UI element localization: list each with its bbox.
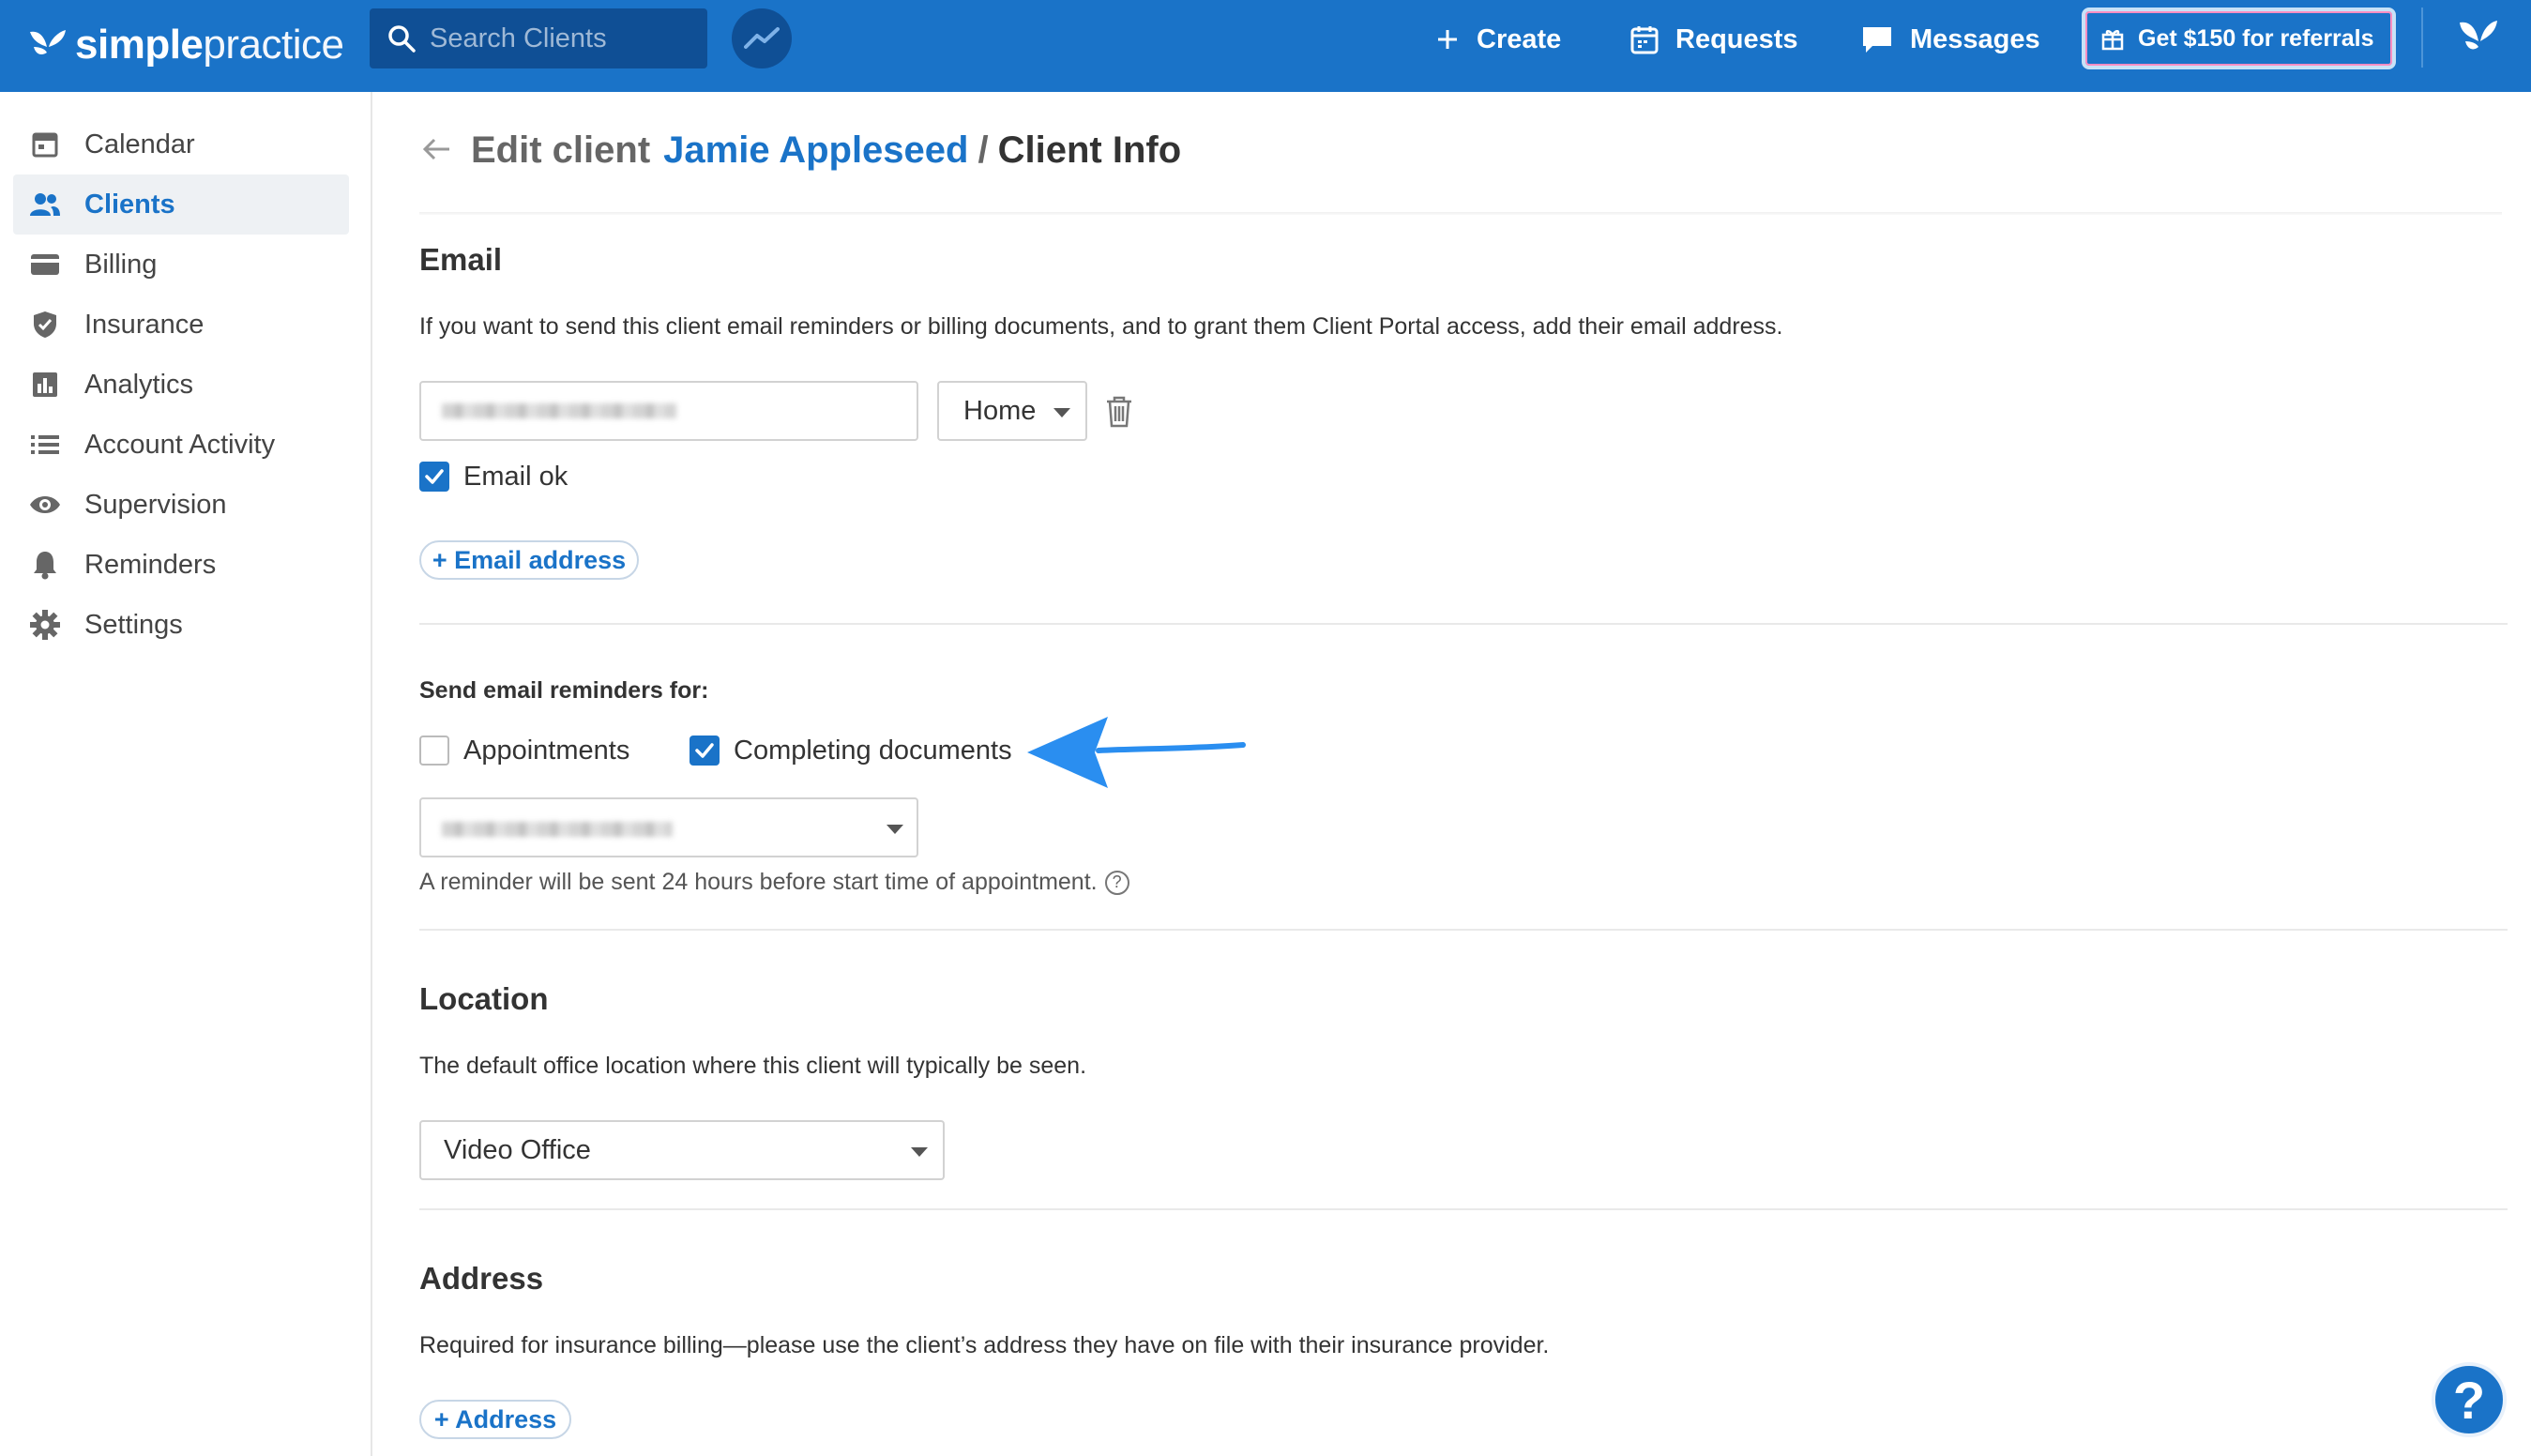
location-select[interactable]: Video Office	[419, 1120, 945, 1180]
reminder-hint-text: A reminder will be sent 24 hours before …	[419, 869, 1098, 895]
search-input[interactable]: Search Clients	[370, 8, 707, 68]
reminders-label: Send email reminders for:	[419, 677, 709, 704]
requests-label: Requests	[1675, 23, 1798, 54]
brand-name-light: practice	[203, 22, 344, 68]
calendar-icon	[1630, 26, 1659, 54]
title-prefix: Edit client	[471, 129, 651, 171]
sidebar-item-analytics[interactable]: Analytics	[13, 355, 349, 415]
search-icon	[388, 25, 416, 53]
section-divider	[419, 1208, 2508, 1210]
client-name-link[interactable]: Jamie Appleseed	[663, 129, 968, 172]
insights-button[interactable]	[732, 8, 792, 68]
sidebar-item-settings[interactable]: Settings	[13, 595, 349, 655]
add-email-button[interactable]: + Email address	[419, 540, 639, 580]
gear-icon	[26, 606, 64, 644]
sidebar-item-label: Settings	[84, 609, 183, 640]
bell-icon	[26, 546, 64, 584]
sidebar-item-clients[interactable]: Clients	[13, 174, 349, 235]
checkmark-icon	[695, 743, 714, 758]
sidebar-item-billing[interactable]: Billing	[13, 235, 349, 295]
completing-documents-label: Completing documents	[734, 736, 1012, 766]
add-address-button[interactable]: + Address	[419, 1400, 571, 1439]
section-divider	[419, 623, 2508, 625]
email-field[interactable]	[419, 381, 918, 441]
clients-icon	[26, 186, 64, 223]
main-content: Edit client Jamie Appleseed / Client Inf…	[374, 92, 2531, 1456]
trash-icon[interactable]	[1104, 395, 1134, 429]
sidebar-item-supervision[interactable]: Supervision	[13, 475, 349, 535]
sidebar-item-label: Clients	[84, 189, 175, 220]
top-navbar: simple practice Search Clients Create Req…	[0, 0, 2531, 92]
analytics-icon	[26, 366, 64, 403]
sidebar-item-calendar[interactable]: Calendar	[13, 114, 349, 174]
sidebar-item-insurance[interactable]: Insurance	[13, 295, 349, 355]
checkmark-icon	[425, 469, 444, 484]
sidebar-item-label: Insurance	[84, 309, 205, 340]
location-description: The default office location where this c…	[419, 1053, 1087, 1079]
search-placeholder: Search Clients	[430, 23, 607, 53]
create-button[interactable]: Create	[1435, 13, 1561, 66]
butterfly-logo-icon	[30, 30, 66, 54]
referral-label: Get $150 for referrals	[2138, 24, 2374, 52]
back-arrow-icon[interactable]	[421, 135, 453, 163]
eye-icon	[26, 486, 64, 523]
messages-label: Messages	[1910, 23, 2040, 54]
chat-icon	[1863, 27, 1891, 53]
sidebar-item-account-activity[interactable]: Account Activity	[13, 415, 349, 475]
help-button[interactable]: ?	[2432, 1362, 2507, 1437]
redacted-email	[442, 403, 676, 418]
sidebar-item-label: Reminders	[84, 549, 217, 580]
email-heading: Email	[419, 242, 503, 277]
annotation-arrow-icon	[1027, 717, 1246, 788]
email-type-value: Home	[963, 395, 1037, 426]
chevron-down-icon	[911, 1147, 928, 1157]
sidebar-item-label: Calendar	[84, 129, 195, 159]
sidebar: Calendar Clients Billing Insurance Analytics…	[0, 92, 372, 1456]
sidebar-item-label: Analytics	[84, 369, 194, 400]
requests-button[interactable]: Requests	[1630, 13, 1798, 66]
messages-button[interactable]: Messages	[1861, 13, 2040, 66]
redacted-email	[442, 822, 673, 837]
title-suffix: Client Info	[997, 129, 1182, 171]
plus-icon	[1438, 30, 1457, 49]
reminder-hint: A reminder will be sent 24 hours before …	[419, 869, 1129, 896]
shield-icon	[26, 306, 64, 343]
topbar-divider	[2421, 8, 2423, 68]
help-circle-icon[interactable]: ?	[1104, 870, 1129, 895]
email-description: If you want to send this client email re…	[419, 313, 1783, 340]
section-divider	[419, 929, 2508, 931]
chevron-down-icon	[887, 825, 903, 834]
chevron-down-icon	[1053, 408, 1070, 417]
address-description: Required for insurance billing—please us…	[419, 1332, 1550, 1358]
sidebar-item-label: Account Activity	[84, 429, 276, 460]
page-title: Edit client Jamie Appleseed / Client Inf…	[471, 129, 1181, 172]
email-ok-checkbox[interactable]	[419, 462, 449, 492]
appointments-checkbox[interactable]	[419, 736, 449, 766]
location-heading: Location	[419, 981, 549, 1016]
title-divider	[419, 212, 2502, 215]
list-icon	[26, 426, 64, 463]
appointments-label: Appointments	[463, 736, 630, 766]
referral-button[interactable]: Get $150 for referrals	[2082, 8, 2396, 69]
sidebar-item-label: Billing	[84, 249, 158, 280]
reminder-email-select[interactable]	[419, 797, 918, 857]
title-separator: /	[978, 129, 989, 171]
brand-name-bold: simple	[75, 22, 204, 68]
address-heading: Address	[419, 1261, 544, 1296]
create-label: Create	[1477, 23, 1562, 54]
trend-icon	[744, 27, 780, 49]
sidebar-item-reminders[interactable]: Reminders	[13, 535, 349, 595]
brand-logo[interactable]: simple practice	[26, 13, 344, 77]
email-type-select[interactable]: Home	[937, 381, 1087, 441]
completing-documents-checkbox[interactable]	[690, 736, 720, 766]
gift-icon	[2101, 30, 2124, 51]
butterfly-menu-icon[interactable]	[2456, 17, 2501, 58]
billing-icon	[26, 246, 64, 283]
email-ok-label: Email ok	[463, 462, 568, 492]
calendar-icon	[26, 126, 64, 163]
location-value: Video Office	[444, 1134, 591, 1165]
sidebar-item-label: Supervision	[84, 489, 227, 520]
